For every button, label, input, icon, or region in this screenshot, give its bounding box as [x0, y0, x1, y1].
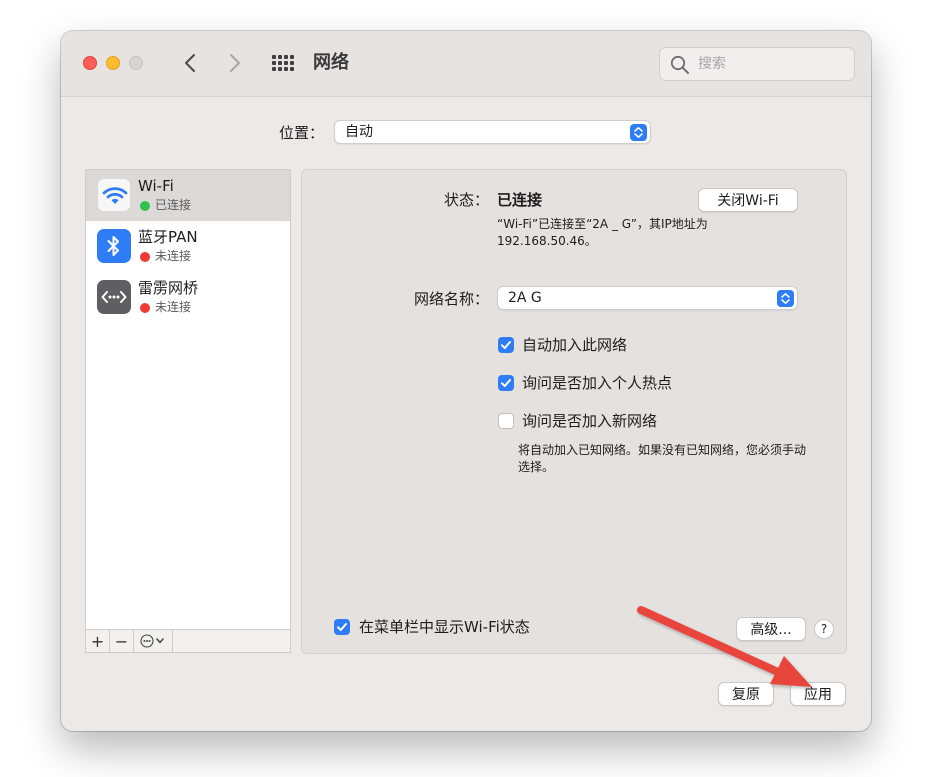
- status-label: 状态：: [444, 191, 490, 209]
- service-name: 蓝牙PAN: [138, 228, 198, 246]
- revert-button[interactable]: 复原: [718, 682, 774, 706]
- service-item-wifi[interactable]: Wi-Fi 已连接: [86, 170, 290, 221]
- advanced-button[interactable]: 高级...: [736, 617, 806, 641]
- chevron-left-icon: [185, 54, 195, 72]
- remove-service-button[interactable]: −: [110, 630, 134, 652]
- location-select[interactable]: 自动: [334, 120, 651, 144]
- ask-new-network-hint: 将自动加入已知网络。如果没有已知网络，您必须手动选择。: [518, 443, 807, 474]
- service-name: Wi-Fi: [138, 177, 174, 195]
- location-value: 自动: [345, 124, 373, 140]
- bluetooth-icon: [97, 229, 131, 263]
- checkmark-icon: [337, 623, 347, 631]
- title-bar: 网络: [61, 31, 871, 97]
- show-wifi-in-menubar-checkbox[interactable]: [334, 619, 350, 635]
- auto-join-checkbox[interactable]: [498, 337, 514, 353]
- back-button[interactable]: [177, 49, 203, 77]
- service-item-bluetooth-pan[interactable]: 蓝牙PAN 未连接: [86, 221, 290, 272]
- forward-button[interactable]: [222, 49, 248, 77]
- close-window-button[interactable]: [83, 56, 97, 70]
- network-preferences-window: 网络 位置： 自动: [61, 31, 871, 731]
- wifi-icon: [97, 178, 131, 212]
- status-value: 已连接: [497, 191, 543, 209]
- apply-button[interactable]: 应用: [790, 682, 846, 706]
- thunderbolt-bridge-icon: [97, 280, 131, 314]
- search-icon: [670, 55, 689, 74]
- service-actions-menu-button[interactable]: [134, 630, 173, 652]
- service-status: 未连接: [155, 249, 192, 263]
- minimize-window-button[interactable]: [106, 56, 120, 70]
- help-button[interactable]: ?: [814, 619, 834, 639]
- zoom-window-button[interactable]: [129, 56, 143, 70]
- service-status: 未连接: [155, 300, 192, 314]
- service-name: 雷雳网桥: [138, 279, 199, 297]
- more-actions-icon: [140, 634, 164, 648]
- service-list-toolbar: + −: [85, 629, 291, 653]
- service-status: 已连接: [155, 198, 192, 212]
- network-name-label: 网络名称：: [414, 290, 490, 308]
- chevron-up-down-icon: [630, 124, 647, 141]
- status-dot: [140, 252, 150, 262]
- auto-join-label: 自动加入此网络: [522, 336, 628, 354]
- network-name-select[interactable]: 2A G: [497, 286, 798, 310]
- status-dot: [140, 303, 150, 313]
- chevron-up-down-icon: [777, 290, 794, 307]
- location-label: 位置：: [279, 124, 325, 142]
- show-wifi-in-menubar-label: 在菜单栏中显示Wi-Fi状态: [359, 618, 530, 636]
- turn-off-wifi-button[interactable]: 关闭Wi-Fi: [698, 188, 798, 212]
- window-title: 网络: [313, 52, 349, 73]
- ask-hotspot-label: 询问是否加入个人热点: [522, 374, 673, 392]
- ask-new-network-label: 询问是否加入新网络: [522, 412, 658, 430]
- service-list: Wi-Fi 已连接 蓝牙PAN 未连接 雷雳网桥 未连接: [85, 169, 291, 630]
- ask-hotspot-checkbox[interactable]: [498, 375, 514, 391]
- add-service-button[interactable]: +: [86, 630, 110, 652]
- ask-new-network-checkbox[interactable]: [498, 413, 514, 429]
- status-description: “Wi-Fi”已连接至“2A _ G”，其IP地址为192.168.50.46。: [497, 217, 708, 248]
- search-input[interactable]: [696, 53, 846, 75]
- status-dot: [140, 201, 150, 211]
- checkmark-icon: [501, 379, 511, 387]
- service-item-thunderbolt-bridge[interactable]: 雷雳网桥 未连接: [86, 272, 290, 323]
- search-field[interactable]: [659, 47, 855, 81]
- checkmark-icon: [501, 341, 511, 349]
- network-name-value: 2A G: [508, 290, 542, 306]
- show-all-grid-icon[interactable]: [271, 53, 295, 73]
- wifi-detail-panel: 状态： 已连接 关闭Wi-Fi “Wi-Fi”已连接至“2A _ G”，其IP地…: [301, 169, 847, 654]
- chevron-right-icon: [230, 54, 240, 72]
